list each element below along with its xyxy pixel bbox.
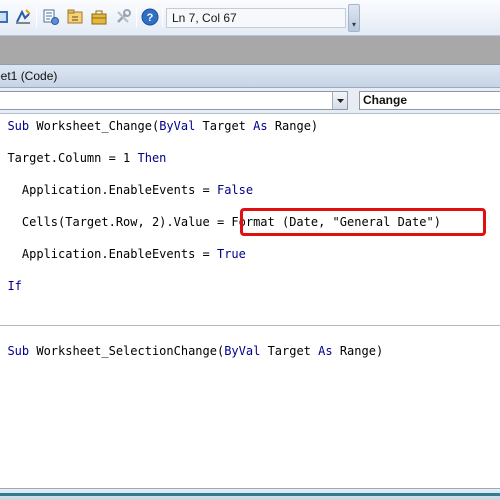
horizontal-scroll-track: [0, 493, 500, 496]
properties-icon[interactable]: [42, 8, 60, 26]
code-keyword: Then: [137, 151, 167, 165]
code-text: Application.EnableEvents =: [0, 183, 217, 197]
design-mode-icon[interactable]: [0, 8, 12, 26]
code-text: Application.EnableEvents =: [0, 247, 217, 261]
code-text: Target.Column = 1: [0, 151, 138, 165]
object-dropdown-arrow-icon[interactable]: [332, 92, 347, 109]
code-keyword: True: [216, 247, 246, 261]
toolbar-options-chevron-icon[interactable]: ▾: [348, 4, 360, 32]
procedure-separator: [0, 325, 500, 326]
code-window-title-bar[interactable]: eet1 (Code): [0, 64, 500, 88]
code-keyword: ByVal: [224, 344, 268, 358]
svg-text:?: ?: [147, 12, 154, 24]
code-keyword: ByVal: [159, 119, 203, 133]
code-keyword: False: [216, 183, 254, 197]
standard-toolbar: ? Ln 7, Col 67 ▾: [0, 0, 500, 36]
procedure-dropdown[interactable]: Change: [359, 91, 500, 110]
mdi-background: [0, 36, 500, 64]
toolbar-separator: [136, 7, 137, 27]
code-keyword: Sub: [7, 344, 37, 358]
code-keyword: As: [318, 344, 340, 358]
help-icon[interactable]: ?: [141, 8, 159, 26]
code-text: Target: [267, 344, 319, 358]
code-line: e Sub Worksheet_SelectionChange(ByVal Ta…: [0, 343, 383, 359]
code-line: d If: [0, 278, 22, 294]
code-keyword: As: [253, 119, 275, 133]
code-keyword: Sub: [7, 119, 37, 133]
tools-icon[interactable]: [114, 8, 132, 26]
object-dropdown[interactable]: [0, 91, 348, 110]
code-line: e Sub Worksheet_Change(ByVal Target As R…: [0, 118, 318, 134]
cursor-position-status: Ln 7, Col 67: [166, 8, 346, 28]
toolbar-separator: [36, 7, 37, 27]
code-line: Application.EnableEvents = False: [0, 182, 253, 198]
annotation-highlight-box: [240, 208, 486, 236]
code-window-combo-row: Change: [0, 88, 500, 114]
object-browser-icon[interactable]: [66, 8, 84, 26]
code-line: Target.Column = 1 Then: [0, 150, 166, 166]
toolbar-separator: [162, 7, 163, 27]
code-editor[interactable]: e Sub Worksheet_Change(ByVal Target As R…: [0, 114, 500, 488]
code-line: Application.EnableEvents = True: [0, 246, 246, 262]
toolbox-icon[interactable]: [90, 8, 108, 26]
code-text: Worksheet_Change(: [36, 119, 160, 133]
project-explorer-icon[interactable]: [14, 8, 32, 26]
code-text: Target: [202, 119, 254, 133]
bottom-scrollbar-area[interactable]: [0, 488, 500, 500]
code-keyword: If: [7, 279, 22, 293]
code-text: Range): [274, 119, 319, 133]
code-text: Worksheet_SelectionChange(: [36, 344, 225, 358]
code-window-title: eet1 (Code): [0, 69, 58, 83]
code-text: Range): [339, 344, 384, 358]
